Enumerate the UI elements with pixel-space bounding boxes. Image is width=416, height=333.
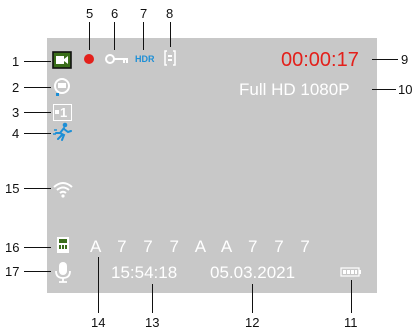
clock-time: 15:54:18 (111, 263, 178, 282)
leader-line-7 (143, 22, 144, 50)
leader-line-5 (89, 22, 90, 50)
microphone-icon (55, 262, 71, 283)
battery-icon (340, 267, 361, 277)
callout-3: 3 (12, 105, 20, 120)
callout-14: 14 (91, 315, 106, 330)
leader-line-16 (24, 247, 51, 248)
leader-line-4 (24, 133, 51, 134)
callout-5: 5 (86, 6, 94, 21)
leader-line-6 (114, 22, 115, 50)
burst-icon: 1 (53, 104, 72, 121)
license-plate: A 7 7 7 A A 7 7 7 (90, 237, 316, 256)
leader-line-14 (98, 257, 99, 313)
video-mode-icon (52, 51, 72, 69)
recording-timer: 00:00:17 (281, 49, 359, 71)
callout-10: 10 (398, 82, 413, 97)
rec-dot-icon (84, 54, 94, 64)
hdr-icon: HDR (135, 54, 155, 64)
leader-line-8 (170, 22, 171, 47)
dashcam-icon (54, 78, 70, 96)
leader-line-11 (351, 280, 352, 313)
callout-17: 17 (5, 264, 20, 279)
dashcam-screen-diagram: 1 HDR 00:00:17 Full HD 1080P A 7 7 7 A A… (0, 0, 416, 333)
clock-date: 05.03.2021 (210, 263, 296, 282)
callout-7: 7 (140, 6, 148, 21)
gsensor-icon (164, 50, 176, 66)
leader-line-15 (24, 188, 51, 189)
leader-line-2 (24, 87, 51, 88)
leader-line-10 (372, 89, 396, 90)
burst-label: 1 (60, 105, 68, 120)
sd-card-icon (57, 237, 69, 253)
leader-line-17 (24, 271, 51, 272)
callout-6: 6 (111, 6, 119, 21)
callout-16: 16 (5, 240, 20, 255)
callout-15: 15 (5, 181, 20, 196)
leader-line-3 (24, 112, 51, 113)
callout-11: 11 (344, 315, 358, 330)
callout-1: 1 (12, 54, 20, 69)
resolution-label: Full HD 1080P (239, 80, 350, 99)
leader-line-9 (372, 59, 398, 60)
callout-2: 2 (12, 80, 20, 95)
leader-line-1 (24, 61, 51, 62)
key-lock-icon (105, 54, 128, 64)
callout-12: 12 (245, 315, 260, 330)
wifi-icon (53, 182, 73, 198)
callout-13: 13 (145, 315, 160, 330)
callout-9: 9 (401, 52, 409, 67)
leader-line-12 (252, 284, 253, 313)
callout-8: 8 (166, 6, 174, 21)
callout-4: 4 (12, 126, 20, 141)
motion-detection-icon (53, 122, 72, 141)
leader-line-13 (152, 284, 153, 313)
